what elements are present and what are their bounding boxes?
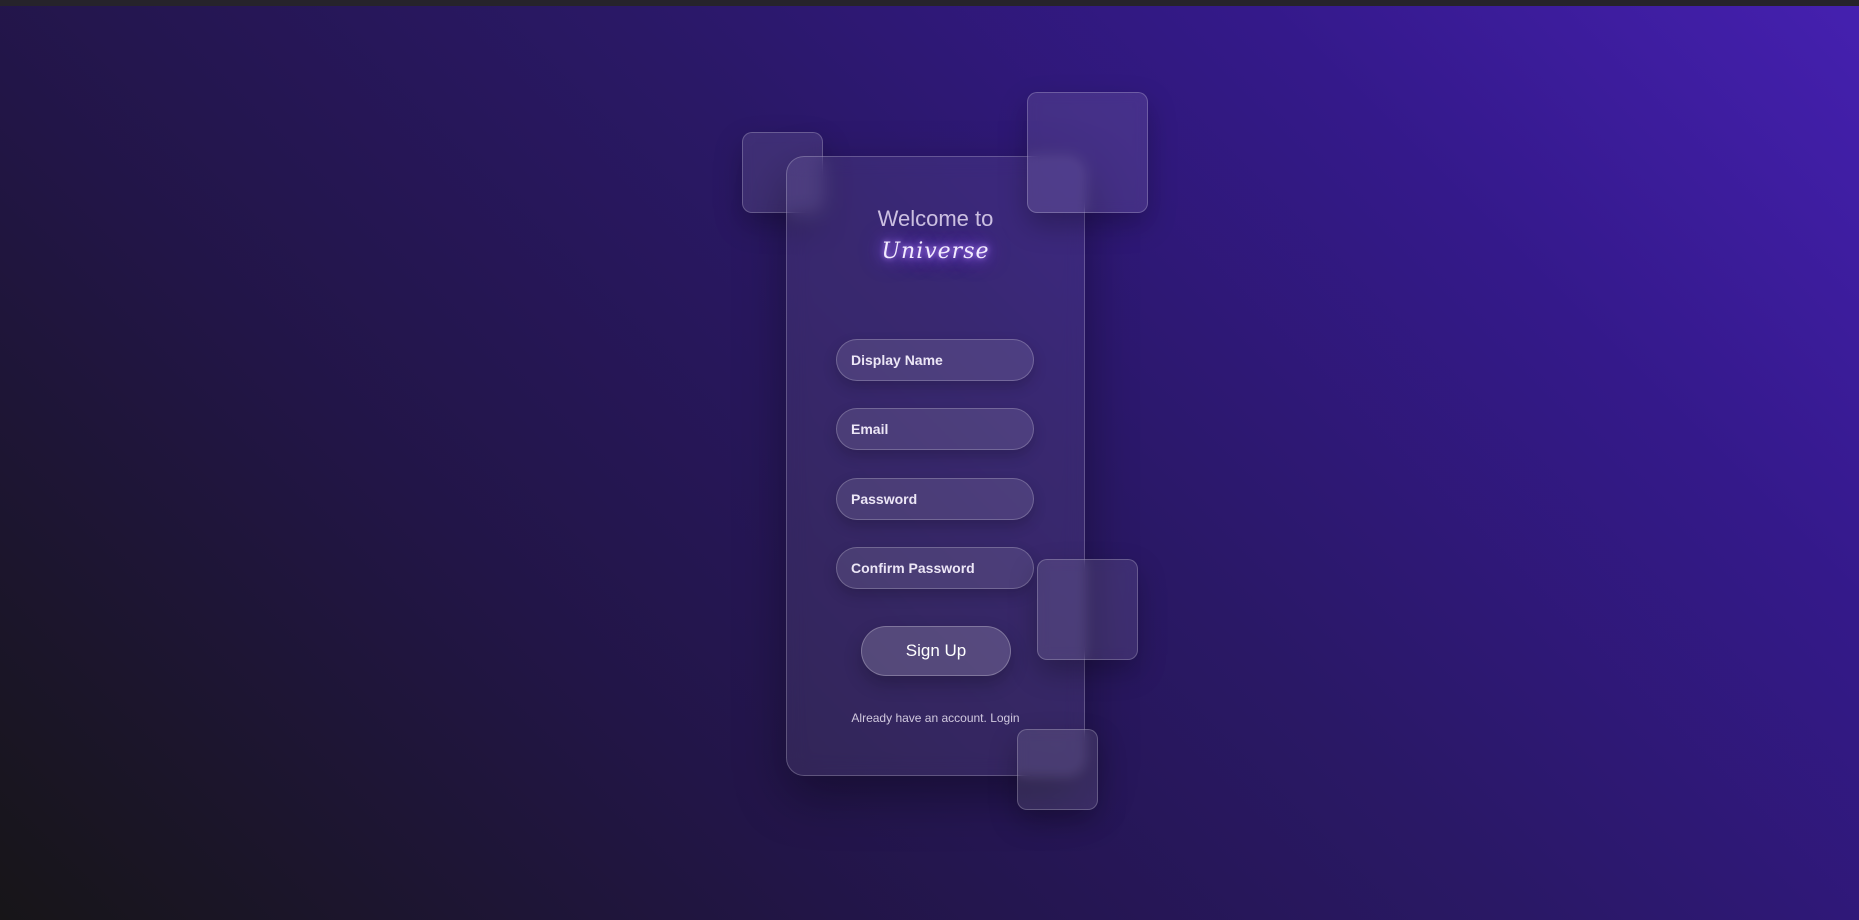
signup-card: Welcome to Universe Sign Up Already have… (786, 156, 1085, 776)
login-prompt-text: Already have an account. (851, 711, 987, 725)
login-prompt: Already have an account. Login (787, 711, 1084, 725)
decorative-glass-square (1037, 559, 1138, 660)
window-top-bar (0, 0, 1859, 6)
sign-up-button[interactable]: Sign Up (861, 626, 1011, 676)
brand-logo: Universe (881, 239, 990, 264)
email-input[interactable] (836, 408, 1034, 450)
display-name-input[interactable] (836, 339, 1034, 381)
confirm-password-input[interactable] (836, 547, 1034, 589)
password-input[interactable] (836, 478, 1034, 520)
decorative-glass-square (1027, 92, 1148, 213)
login-link[interactable]: Login (990, 711, 1019, 725)
decorative-glass-square (1017, 729, 1098, 810)
